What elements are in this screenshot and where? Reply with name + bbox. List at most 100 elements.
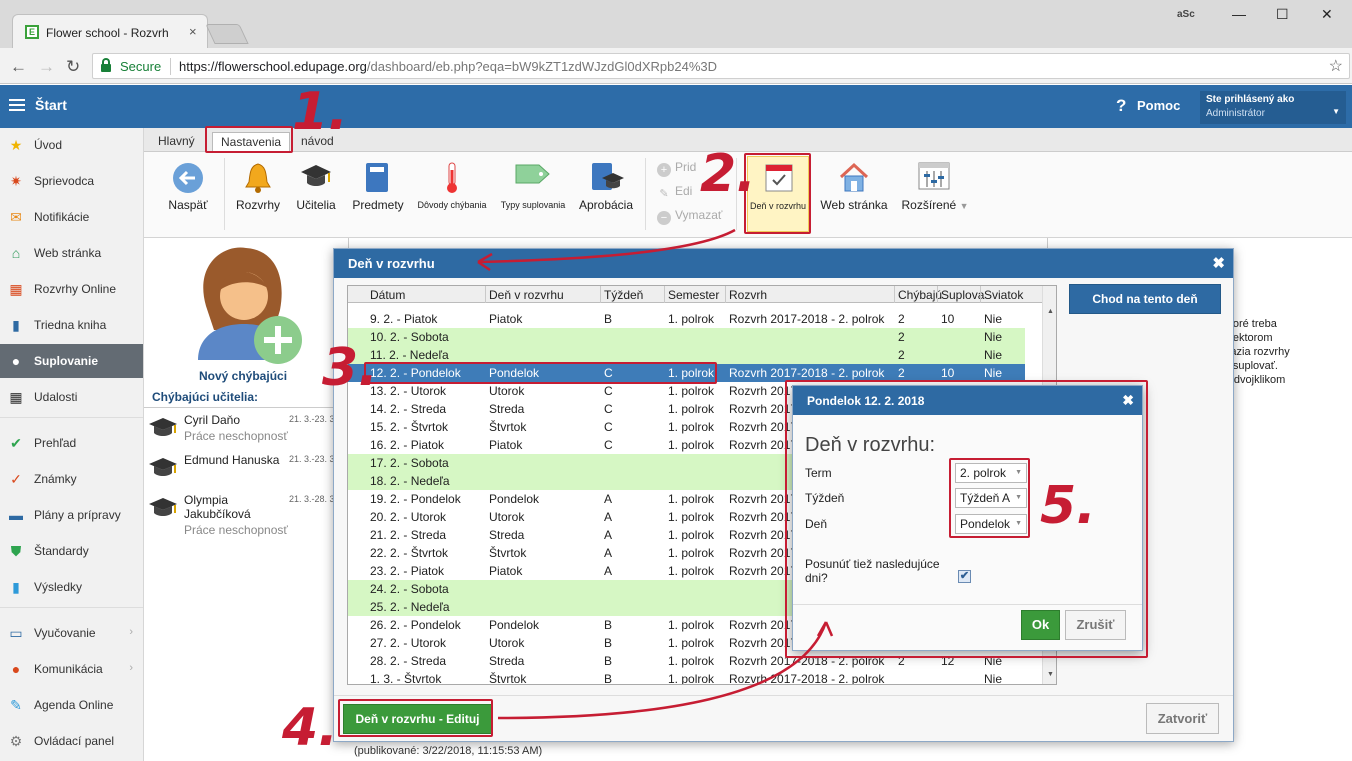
subjects-button[interactable]: Predmety [348,152,408,232]
day-in-timetable-button[interactable]: Deň v rozvrhu [747,156,809,232]
sidebar-item[interactable]: ⚙ Ovládací panel [0,724,143,758]
website-button[interactable]: Web stránka [818,152,890,232]
tab-settings[interactable]: Nastavenia [212,132,291,152]
sidebar-item[interactable]: ▬ Plány a prípravy [0,498,143,532]
sidebar-item[interactable]: ★ Úvod [0,128,143,162]
column-header[interactable]: Suplova [941,288,984,302]
sidebar-item[interactable]: ▦ Rozvrhy Online [0,272,143,306]
sub-types-button[interactable]: Typy suplovania [496,152,570,232]
reload-icon[interactable]: ↻ [66,57,80,77]
asc-extension-icon[interactable]: aSc [1177,9,1195,20]
forward-icon[interactable]: → [38,57,55,77]
dialog-title: Deň v rozvrhu [348,256,435,271]
inner-dialog-divider [793,604,1142,605]
annotation-number-3: 3. [322,338,378,398]
dialog-close-icon[interactable]: ✖ [1212,254,1225,272]
table-cell: Nie [984,312,1003,326]
table-row[interactable]: 9. 2. - Piatok Piatok B 1. polrok Rozvrh 201… [348,310,1025,328]
help-link[interactable]: Pomoc [1137,98,1180,113]
minimize-icon[interactable]: — [1232,6,1246,22]
shift-days-checkbox[interactable]: ✔ [958,570,971,583]
sidebar-item[interactable]: ⛊ Štandardy [0,534,143,568]
delete-button[interactable]: − Vymazať [657,208,722,225]
website-label: Web stránka [820,198,888,212]
column-header[interactable]: Deň v rozvrhu [489,288,564,302]
minus-icon: − [657,211,671,225]
table-cell: Štvrtok [489,546,527,560]
close-button[interactable]: Zatvoriť [1146,703,1219,734]
back-button[interactable]: Naspäť [162,152,214,232]
help-icon[interactable]: ? [1116,96,1126,116]
approval-button[interactable]: Aprobácia [576,152,636,232]
sidebar-item[interactable]: ✎ Agenda Online [0,688,143,722]
column-header[interactable]: Týždeň [604,288,643,302]
table-cell: 22. 2. - Štvrtok [370,546,449,560]
edit-day-button[interactable]: Deň v rozvrhu - Edituj [343,704,492,734]
edit-button[interactable]: ✎ Edi [657,184,692,201]
table-row[interactable]: 1. 3. - Štvrtok Štvrtok B 1. polrok Rozvrh 2… [348,670,1025,684]
sidebar-item[interactable]: ▮ Výsledky [0,570,143,604]
sidebar-item[interactable]: ▦ Udalosti [0,380,143,414]
window-close-icon[interactable]: ✕ [1321,6,1333,23]
column-header[interactable]: Sviatok [984,288,1023,302]
timetables-button[interactable]: Rozvrhy [232,152,284,232]
table-row[interactable]: 12. 2. - Pondelok Pondelok C 1. polrok Rozvr… [348,364,1025,382]
absence-reasons-button[interactable]: Dôvody chýbania [414,152,490,232]
sidebar-item[interactable]: ⌂ Web stránka [0,236,143,270]
sidebar-item[interactable]: ▭ Vyučovanie › [0,616,143,650]
table-cell: Rozvrh 2017 [729,510,798,524]
sidebar-item-label: Udalosti [34,390,78,404]
table-row[interactable]: 28. 2. - Streda Streda B 1. polrok Rozvrh 20… [348,652,1025,670]
pencil-icon: ✎ [10,697,22,713]
advanced-button[interactable]: Rozšírené ▼ [896,152,974,232]
new-tab-button[interactable] [205,24,249,44]
table-row[interactable]: 10. 2. - Sobota 2 Nie [348,328,1025,346]
chevron-right-icon: › [129,626,133,638]
maximize-icon[interactable]: ☐ [1276,6,1289,23]
sidebar-item[interactable]: ▮ Triedna kniha [0,308,143,342]
user-menu[interactable]: Ste prihlásený ako Administrátor ▼ [1200,91,1346,124]
table-cell: Rozvrh 2017 [729,636,798,650]
ok-button[interactable]: Ok [1021,610,1060,640]
new-absent-link[interactable]: Nový chýbajúci [199,369,287,383]
sidebar-item[interactable]: ● Komunikácia › [0,652,143,686]
url-field[interactable]: Secure https://flowerschool.edupage.org/… [92,53,1350,79]
cancel-button[interactable]: Zrušiť [1065,610,1126,640]
day-select[interactable]: Pondelok ▼ [955,514,1027,534]
chevron-down-icon: ▼ [1332,107,1340,116]
sidebar-item[interactable]: ✔ Prehľad [0,426,143,460]
browser-tab[interactable]: E Flower school - Rozvrh × [12,14,208,48]
column-header[interactable]: Rozvrh [729,288,767,302]
go-to-day-button[interactable]: Chod na tento deň [1069,284,1221,314]
absence-reason: Práce neschopnosť [184,523,288,537]
inner-dialog-close-icon[interactable]: ✖ [1122,392,1134,409]
tab-main[interactable]: Hlavný [150,132,203,152]
week-select[interactable]: Týždeň A ▼ [955,488,1027,508]
scroll-up-icon[interactable]: ▲ [1047,308,1054,315]
add-button[interactable]: + Prid [657,160,696,177]
sidebar-item[interactable]: ● Suplovanie [0,344,143,378]
sidebar-item[interactable]: ✷ Sprievodca [0,164,143,198]
column-header[interactable]: Semester [668,288,719,302]
sidebar-item[interactable]: ✓ Známky [0,462,143,496]
table-cell: Rozvrh 2017-2018 - 2. polrok [729,312,885,326]
chevron-down-icon: ▼ [1015,469,1022,476]
edupage-favicon-icon: E [25,25,39,39]
table-cell: Rozvrh 2017 [729,618,798,632]
tab-close-icon[interactable]: × [189,24,197,39]
back-icon[interactable]: ← [10,57,27,77]
hamburger-menu-icon[interactable] [9,99,25,111]
table-cell: A [604,510,613,524]
new-absent-avatar-icon[interactable] [184,244,304,364]
sidebar-item[interactable]: ✉ Notifikácie [0,200,143,234]
table-row[interactable]: 11. 2. - Nedeľa 2 Nie [348,346,1025,364]
bookmark-star-icon[interactable]: ☆ [1329,56,1343,76]
column-header[interactable]: Chýbajú [898,288,942,302]
term-select[interactable]: 2. polrok ▼ [955,463,1027,483]
table-cell: C [604,438,613,452]
scroll-down-icon[interactable]: ▼ [1047,671,1054,678]
start-label[interactable]: Štart [35,97,67,113]
column-header[interactable]: Dátum [370,288,405,302]
table-cell: 9. 2. - Piatok [370,312,438,326]
teachers-button[interactable]: Učitelia [290,152,342,232]
